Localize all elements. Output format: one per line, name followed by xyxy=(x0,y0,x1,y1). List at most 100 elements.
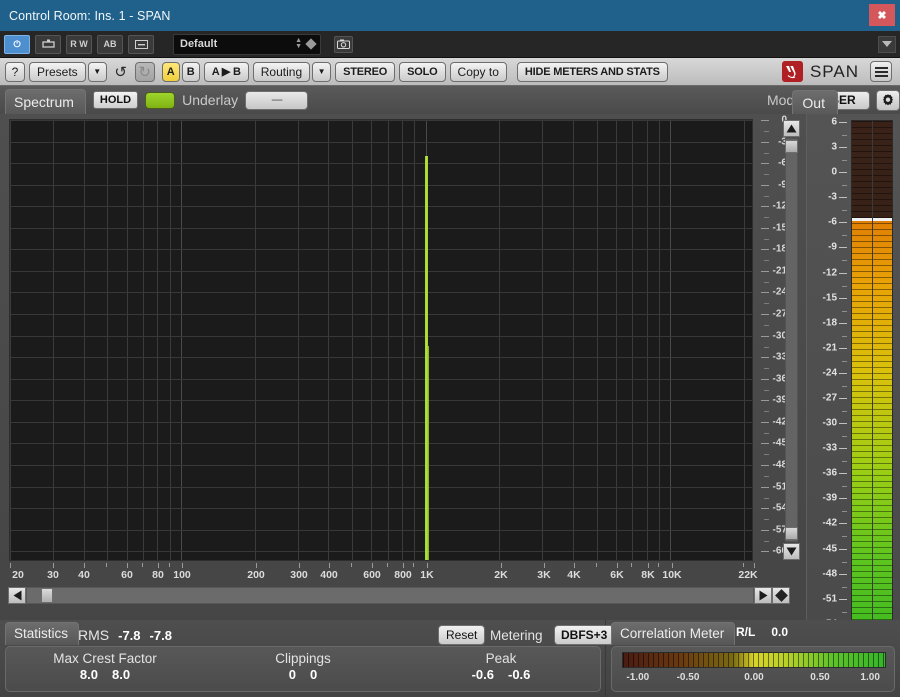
db-scale-tick xyxy=(761,400,769,401)
db-scale-tick xyxy=(761,314,769,315)
correlation-tick-labels: -1.00 -0.50 0.00 0.50 1.00 xyxy=(622,672,886,686)
vscroll-thumb-bottom[interactable] xyxy=(785,527,798,540)
output-scale-tick xyxy=(839,574,847,575)
db-scale-tick-minor xyxy=(764,368,769,369)
hold-button[interactable]: HOLD xyxy=(92,91,139,109)
graph-gridline-vertical xyxy=(744,120,745,560)
output-scale-label: -21 xyxy=(822,342,837,354)
chevron-down-icon[interactable] xyxy=(878,35,896,53)
graph-gridline-vertical xyxy=(181,120,182,560)
redo-button[interactable]: ↻ xyxy=(134,61,155,82)
spectrum-horizontal-scrollbar[interactable] xyxy=(8,586,790,604)
db-scale-tick xyxy=(761,206,769,207)
freq-axis-label: 80 xyxy=(152,569,164,581)
zoom-reset-diamond-icon[interactable] xyxy=(772,586,790,604)
graph-gridline-vertical xyxy=(298,120,299,560)
output-scale-label: -33 xyxy=(822,442,837,454)
peak-right: -0.6 xyxy=(508,667,531,682)
graph-gridline-vertical xyxy=(597,120,598,560)
correlation-bar xyxy=(622,652,886,668)
undo-button[interactable]: ↺ xyxy=(111,62,131,82)
graph-gridline-vertical xyxy=(352,120,353,560)
close-button[interactable]: ✖ xyxy=(869,4,895,26)
presets-button[interactable]: Presets xyxy=(29,61,86,82)
preset-b-button[interactable]: B xyxy=(181,61,200,82)
graph-gridline-horizontal xyxy=(10,314,752,315)
rms-label: RMS xyxy=(78,627,110,643)
read-write-button[interactable]: R W xyxy=(66,34,92,54)
freq-axis-tick xyxy=(256,563,257,568)
underlay-select[interactable]: ---- xyxy=(245,90,309,110)
meter-fill xyxy=(852,221,872,671)
freq-axis-tick xyxy=(501,563,502,568)
scroll-up-button[interactable] xyxy=(783,120,800,137)
underlay-label: Underlay xyxy=(182,92,239,108)
freq-axis-tick xyxy=(403,563,404,568)
preset-diamond-icon[interactable] xyxy=(305,38,317,50)
db-scale-tick xyxy=(761,336,769,337)
freq-axis-label: 4K xyxy=(567,569,581,581)
hscroll-track[interactable] xyxy=(26,586,754,604)
output-scale-label: -45 xyxy=(822,543,837,555)
help-button[interactable]: ? xyxy=(5,61,25,82)
graph-gridline-vertical xyxy=(143,120,144,560)
db-scale-tick-minor xyxy=(764,153,769,154)
plugin-toolbar: ? Presets ▼ ↺ ↻ A B A ▶ B Routing ▼ STER… xyxy=(0,58,900,86)
graph-gridline-horizontal xyxy=(10,443,752,444)
stereo-button[interactable]: STEREO xyxy=(335,61,396,82)
power-icon[interactable]: ⏻ xyxy=(4,34,30,54)
preset-spinner[interactable]: ▲ ▼ xyxy=(295,37,302,50)
camera-icon[interactable] xyxy=(334,35,353,53)
spectrum-led-indicator[interactable] xyxy=(145,91,176,109)
preset-field[interactable]: Default ▲ ▼ xyxy=(173,33,321,55)
preset-a-button[interactable]: A xyxy=(161,61,180,82)
reset-button[interactable]: Reset xyxy=(438,625,486,645)
meter-peak-hold xyxy=(872,218,892,221)
graph-gridline-vertical xyxy=(670,120,671,560)
scroll-right-button[interactable] xyxy=(754,586,772,604)
output-scale-label: -12 xyxy=(822,267,837,279)
list-icon[interactable] xyxy=(128,34,154,54)
copy-to-button[interactable]: Copy to xyxy=(449,61,507,82)
correlation-meter-panel: Correlation Meter R/L 0.0 -1.00 -0.50 0.00… xyxy=(606,620,900,697)
metering-label: Metering xyxy=(490,628,543,643)
output-scale-tick xyxy=(839,473,847,474)
freq-axis-tick xyxy=(182,563,183,568)
output-scale-tick-minor xyxy=(842,361,847,362)
graph-gridline-vertical xyxy=(388,120,389,560)
db-scale-tick xyxy=(761,228,769,229)
routing-dropdown-arrow[interactable]: ▼ xyxy=(312,61,332,82)
hscroll-thumb[interactable] xyxy=(41,587,53,603)
copy-a-to-b-button[interactable]: A ▶ B xyxy=(203,61,249,82)
vscroll-track[interactable] xyxy=(785,138,798,542)
max-crest-factor-left: 8.0 xyxy=(79,667,98,682)
preset-value: Default xyxy=(180,38,218,50)
scroll-left-button[interactable] xyxy=(8,586,26,604)
presets-dropdown-arrow[interactable]: ▼ xyxy=(87,61,107,82)
bypass-icon[interactable] xyxy=(35,34,61,54)
hide-meters-and-stats-button[interactable]: HIDE METERS AND STATS xyxy=(516,61,668,82)
graph-gridline-vertical xyxy=(328,120,329,560)
hamburger-icon[interactable] xyxy=(870,61,892,82)
tab-spectrum[interactable]: Spectrum xyxy=(5,89,86,115)
spectrum-vertical-scrollbar[interactable] xyxy=(783,120,800,560)
solo-button[interactable]: SOLO xyxy=(399,61,446,82)
correlation-meter-body: -1.00 -0.50 0.00 0.50 1.00 xyxy=(611,646,895,692)
gear-icon[interactable] xyxy=(876,89,900,111)
tab-out[interactable]: Out xyxy=(792,90,838,116)
output-scale-tick xyxy=(839,423,847,424)
tab-statistics[interactable]: Statistics xyxy=(5,622,80,645)
routing-button[interactable]: Routing xyxy=(252,61,311,82)
output-scale-tick xyxy=(839,197,847,198)
ab-compare-button[interactable]: AB xyxy=(97,34,123,54)
scroll-down-button[interactable] xyxy=(783,543,800,560)
tab-correlation-meter[interactable]: Correlation Meter xyxy=(611,622,736,645)
graph-gridline-vertical xyxy=(127,120,128,560)
freq-axis-tick xyxy=(427,563,428,568)
graph-gridline-horizontal xyxy=(10,185,752,186)
db-scale-tick-minor xyxy=(764,519,769,520)
spectrum-graph[interactable] xyxy=(9,119,753,561)
graph-gridline-vertical xyxy=(402,120,403,560)
vscroll-thumb-top[interactable] xyxy=(785,140,798,153)
graph-gridline-vertical xyxy=(371,120,372,560)
